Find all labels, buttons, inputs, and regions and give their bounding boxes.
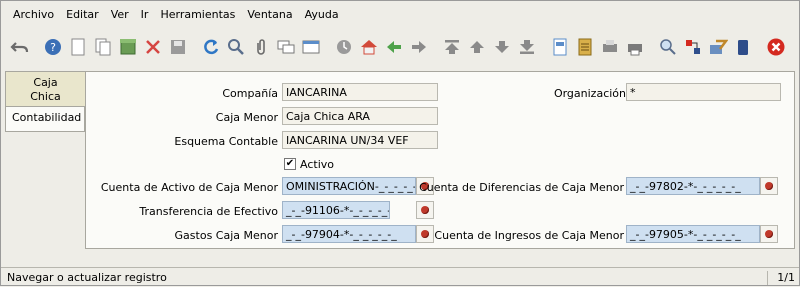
menu-ventana[interactable]: Ventana: [245, 6, 294, 23]
expense-label: Gastos Caja Menor: [174, 229, 278, 242]
income-account-label: Cuenta de Ingresos de Caja Menor: [434, 229, 624, 242]
organization-label: Organización: [553, 87, 626, 100]
workflow-icon[interactable]: [707, 36, 729, 58]
next-record-icon[interactable]: [491, 36, 513, 58]
undo-icon[interactable]: [9, 36, 31, 58]
active-checkbox[interactable]: ✔: [284, 158, 296, 170]
archive-icon[interactable]: [117, 36, 139, 58]
tab-caja-chica[interactable]: Caja Chica: [5, 71, 85, 107]
menu-herramientas[interactable]: Herramientas: [158, 6, 237, 23]
record-panel: Compañía IANCARINA Organización * Caja M…: [85, 71, 795, 249]
application-window: Archivo Editar Ver Ir Herramientas Venta…: [0, 0, 800, 286]
schema-label: Esquema Contable: [174, 135, 278, 148]
last-record-icon[interactable]: [516, 36, 538, 58]
transfer-field[interactable]: _-_-91106-*-_-_-_-_-_: [282, 201, 390, 219]
toolbar: ?: [1, 29, 799, 65]
cashbox-field[interactable]: Caja Chica ARA: [282, 107, 438, 125]
request-icon[interactable]: [682, 36, 704, 58]
tab-contabilidad[interactable]: Contabilidad: [5, 106, 85, 132]
grid-toggle-icon[interactable]: [300, 36, 322, 58]
product-info-icon[interactable]: [732, 36, 754, 58]
expense-field[interactable]: _-_-97904-*-_-_-_-_-_: [282, 225, 416, 243]
home-icon[interactable]: [358, 36, 380, 58]
attachment-icon[interactable]: [250, 36, 272, 58]
transfer-label: Transferencia de Efectivo: [139, 205, 278, 218]
transfer-lookup-button[interactable]: [416, 201, 434, 219]
help-icon[interactable]: ?: [42, 36, 64, 58]
menu-editar[interactable]: Editar: [64, 6, 101, 23]
close-icon[interactable]: [765, 36, 787, 58]
print-preview-icon[interactable]: [599, 36, 621, 58]
difference-account-label: Cuenta de Diferencias de Caja Menor: [419, 181, 624, 194]
first-record-icon[interactable]: [441, 36, 463, 58]
asset-account-field[interactable]: OMINISTRACIÓN-_-_-_-_-_: [282, 177, 416, 195]
chat-icon[interactable]: [275, 36, 297, 58]
new-record-icon[interactable]: [67, 36, 89, 58]
tab-strip: Caja Chica Contabilidad: [5, 71, 85, 132]
previous-record-icon[interactable]: [466, 36, 488, 58]
tab-caja-chica-line2: Chica: [30, 90, 61, 103]
lookup-icon: [765, 182, 773, 190]
menu-bar: Archivo Editar Ver Ir Herramientas Venta…: [1, 1, 799, 27]
save-icon[interactable]: [167, 36, 189, 58]
copy-record-icon[interactable]: [92, 36, 114, 58]
svg-text:?: ?: [50, 41, 56, 54]
menu-ver[interactable]: Ver: [109, 6, 131, 23]
menu-archivo[interactable]: Archivo: [11, 6, 56, 23]
menu-ayuda[interactable]: Ayuda: [303, 6, 341, 23]
lookup-icon: [421, 206, 429, 214]
search-icon[interactable]: [225, 36, 247, 58]
zoom-across-icon[interactable]: [657, 36, 679, 58]
difference-account-lookup-button[interactable]: [760, 177, 778, 195]
history-icon[interactable]: [333, 36, 355, 58]
company-label: Compañía: [222, 87, 278, 100]
delete-icon[interactable]: [142, 36, 164, 58]
status-text: Navegar o actualizar registro: [7, 271, 167, 284]
tab-contabilidad-label: Contabilidad: [12, 111, 82, 124]
cashbox-label: Caja Menor: [215, 111, 278, 124]
asset-account-label: Cuenta de Activo de Caja Menor: [100, 181, 278, 194]
schema-field[interactable]: IANCARINA UN/34 VEF: [282, 131, 438, 149]
income-account-lookup-button[interactable]: [760, 225, 778, 243]
active-label: Activo: [300, 158, 334, 171]
difference-account-field[interactable]: _-_-97802-*-_-_-_-_-_: [626, 177, 760, 195]
record-counter: 1/1: [767, 271, 795, 285]
tab-caja-chica-line1: Caja: [33, 76, 58, 89]
organization-field[interactable]: *: [626, 83, 781, 101]
report-icon[interactable]: [549, 36, 571, 58]
back-icon[interactable]: [383, 36, 405, 58]
company-field[interactable]: IANCARINA: [282, 83, 438, 101]
menu-ir[interactable]: Ir: [139, 6, 151, 23]
forward-icon[interactable]: [408, 36, 430, 58]
lookup-icon: [765, 230, 773, 238]
refresh-icon[interactable]: [200, 36, 222, 58]
income-account-field[interactable]: _-_-97905-*-_-_-_-_-_: [626, 225, 760, 243]
print-icon[interactable]: [624, 36, 646, 58]
status-bar: Navegar o actualizar registro 1/1: [1, 267, 799, 287]
archived-docs-icon[interactable]: [574, 36, 596, 58]
